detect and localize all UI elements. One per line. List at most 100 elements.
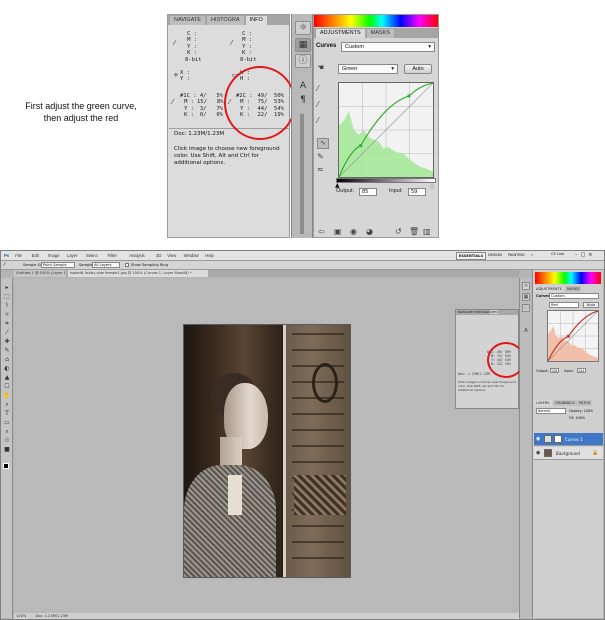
doc-tab-active[interactable]: IsobelN Ashby side female1.jpg @ 100% (C…	[68, 270, 208, 277]
gray-eyedropper-icon[interactable]: ⁄	[317, 100, 318, 109]
channel-select[interactable]: Green ▾	[338, 64, 398, 74]
tab-channels[interactable]: CHANNELS	[553, 400, 577, 406]
cs-live-button[interactable]: CS Live	[551, 252, 564, 256]
show-ring-checkbox[interactable]	[125, 263, 129, 267]
adjustments-icon[interactable]: ▦	[295, 38, 311, 52]
blend-mode-select[interactable]: Normal	[536, 408, 566, 414]
mini-input-field[interactable]: 104	[577, 368, 586, 373]
sample-select[interactable]: All Layers	[92, 262, 120, 268]
return-icon[interactable]: ⇦	[318, 227, 325, 236]
smooth-icon[interactable]: ≈	[317, 165, 324, 174]
sun-icon[interactable]: ☼	[522, 282, 530, 290]
mini-auto-button[interactable]: Auto	[583, 302, 599, 308]
visibility-icon[interactable]: ◉	[350, 227, 357, 236]
layer-row[interactable]: ◉ Background 🔒	[534, 447, 603, 460]
workspace-painting[interactable]: PAINTING	[508, 253, 525, 257]
black-eyedropper-icon[interactable]: ⁄	[317, 84, 318, 93]
hand-icon[interactable]: ☚	[317, 63, 324, 72]
lasso-icon[interactable]: ⌇	[3, 302, 11, 309]
curve-control-point[interactable]	[359, 144, 363, 148]
tab-navigator[interactable]: NAVIGATE	[170, 16, 205, 25]
auto-button[interactable]: Auto	[404, 64, 432, 74]
workspace-essentials[interactable]: ESSENTIALS	[456, 252, 486, 260]
tab-histogram[interactable]: HISTOGRA	[207, 16, 244, 25]
mini-tab-navigator[interactable]: NAVIGATE	[458, 310, 473, 314]
fill-field[interactable]: Fill: 100%	[569, 416, 585, 420]
window-controls[interactable]: –□×	[575, 252, 595, 258]
type-icon[interactable]: A	[295, 80, 311, 94]
menu-item-ps[interactable]: Ps	[4, 252, 9, 259]
mini-channel-select[interactable]: Red	[549, 302, 579, 308]
shape-icon[interactable]: ⌕	[3, 428, 11, 435]
workspace-design[interactable]: DESIGN	[488, 253, 502, 257]
menu-item-view[interactable]: View	[167, 252, 176, 259]
mini-tab-masks[interactable]: MASKS	[565, 286, 582, 292]
eraser-icon[interactable]: ▲	[3, 374, 11, 381]
pen-icon[interactable]: ⌕	[3, 401, 11, 408]
healing-icon[interactable]: ✚	[3, 338, 11, 345]
tab-paths[interactable]: PATHS	[577, 400, 593, 406]
sun-icon[interactable]: ☼	[295, 21, 311, 35]
type-icon[interactable]: A	[522, 328, 530, 336]
gradient-icon[interactable]: ☐	[3, 383, 11, 390]
opacity-field[interactable]: Opacity: 100%	[569, 409, 593, 413]
menu-item-file[interactable]: File	[15, 252, 22, 259]
scrollbar[interactable]	[300, 114, 304, 234]
menu-item-layer[interactable]: Layer	[67, 252, 77, 259]
sample-size-select[interactable]: Point Sample	[41, 262, 75, 268]
delete-icon[interactable]: 🗑	[409, 227, 419, 236]
tab-adjustments[interactable]: ADJUSTMENTS	[316, 29, 365, 38]
menu-item-analysis[interactable]: Analysis	[129, 252, 145, 259]
eye-icon[interactable]: ◉	[536, 447, 540, 460]
reset-icon[interactable]: ↺	[395, 227, 402, 236]
tab-info[interactable]: INFO	[245, 16, 267, 25]
hand-icon[interactable]: ☉	[3, 437, 11, 444]
menu-item-3d[interactable]: 3D	[156, 252, 161, 259]
photo[interactable]	[183, 324, 351, 578]
doc-tab-untitled[interactable]: Untitled-1 @ 100% (Layer 1, RGB/8)	[14, 270, 66, 277]
eyedropper-icon[interactable]: ⁄	[4, 262, 5, 268]
info-icon[interactable]: ⓘ	[522, 304, 530, 312]
curves-graph[interactable]	[338, 82, 434, 178]
crop-icon[interactable]: ⌗	[3, 320, 11, 327]
zoom-icon[interactable]: ■	[3, 446, 11, 453]
output-field[interactable]: 85	[359, 188, 377, 196]
type-icon[interactable]: T	[3, 410, 11, 417]
tab-layers[interactable]: LAYERS	[534, 400, 552, 406]
adjustments-icon[interactable]: ▦	[522, 293, 530, 301]
stamp-icon[interactable]: ⌂	[3, 356, 11, 363]
mini-tab-histogram[interactable]: HISTOGRA	[474, 310, 490, 314]
foreground-color-swatch[interactable]	[3, 463, 9, 469]
menu-item-image[interactable]: Image	[48, 252, 60, 259]
curve-point-icon[interactable]: ∿	[317, 138, 329, 149]
mini-tab-info[interactable]: INFO	[490, 310, 498, 314]
eyedropper-icon[interactable]: ⁄	[3, 329, 11, 336]
zoom-level[interactable]: 100%	[16, 614, 26, 618]
mini-preset-select[interactable]: Custom	[549, 293, 599, 299]
move-icon[interactable]: ▸	[3, 284, 11, 291]
brush-icon[interactable]: ✎	[3, 347, 11, 354]
history-brush-icon[interactable]: ◐	[3, 365, 11, 372]
preset-select[interactable]: Custom ▾	[341, 42, 435, 52]
info-icon[interactable]: ⓘ	[295, 54, 311, 68]
mini-curves-graph[interactable]	[547, 310, 599, 362]
mini-color-ramp[interactable]	[535, 272, 601, 284]
white-eyedropper-icon[interactable]: ⁄	[317, 116, 318, 125]
menu-item-filter[interactable]: Filter	[108, 252, 117, 259]
menu-item-window[interactable]: Window	[184, 252, 199, 259]
eye-icon[interactable]: ◉	[536, 433, 540, 446]
curve-control-point[interactable]	[407, 94, 411, 98]
color-ramp[interactable]	[314, 15, 438, 27]
white-point-slider[interactable]: △	[430, 182, 435, 189]
tab-masks[interactable]: MASKS	[366, 29, 394, 38]
layer-row[interactable]: ◉ Curves 1	[534, 433, 603, 446]
magic-wand-icon[interactable]: ✧	[3, 311, 11, 318]
path-select-icon[interactable]: ▭	[3, 419, 11, 426]
menu-item-edit[interactable]: Edit	[32, 252, 39, 259]
paragraph-icon[interactable]: ¶	[295, 94, 311, 108]
marquee-icon[interactable]: ⬚	[3, 293, 11, 300]
trash-icon[interactable]: ▥	[423, 227, 431, 236]
workspace-more[interactable]: »	[531, 253, 533, 257]
mini-tab-adjustments[interactable]: ADJUSTMENTS	[534, 286, 564, 292]
input-field[interactable]: 59	[408, 188, 426, 196]
